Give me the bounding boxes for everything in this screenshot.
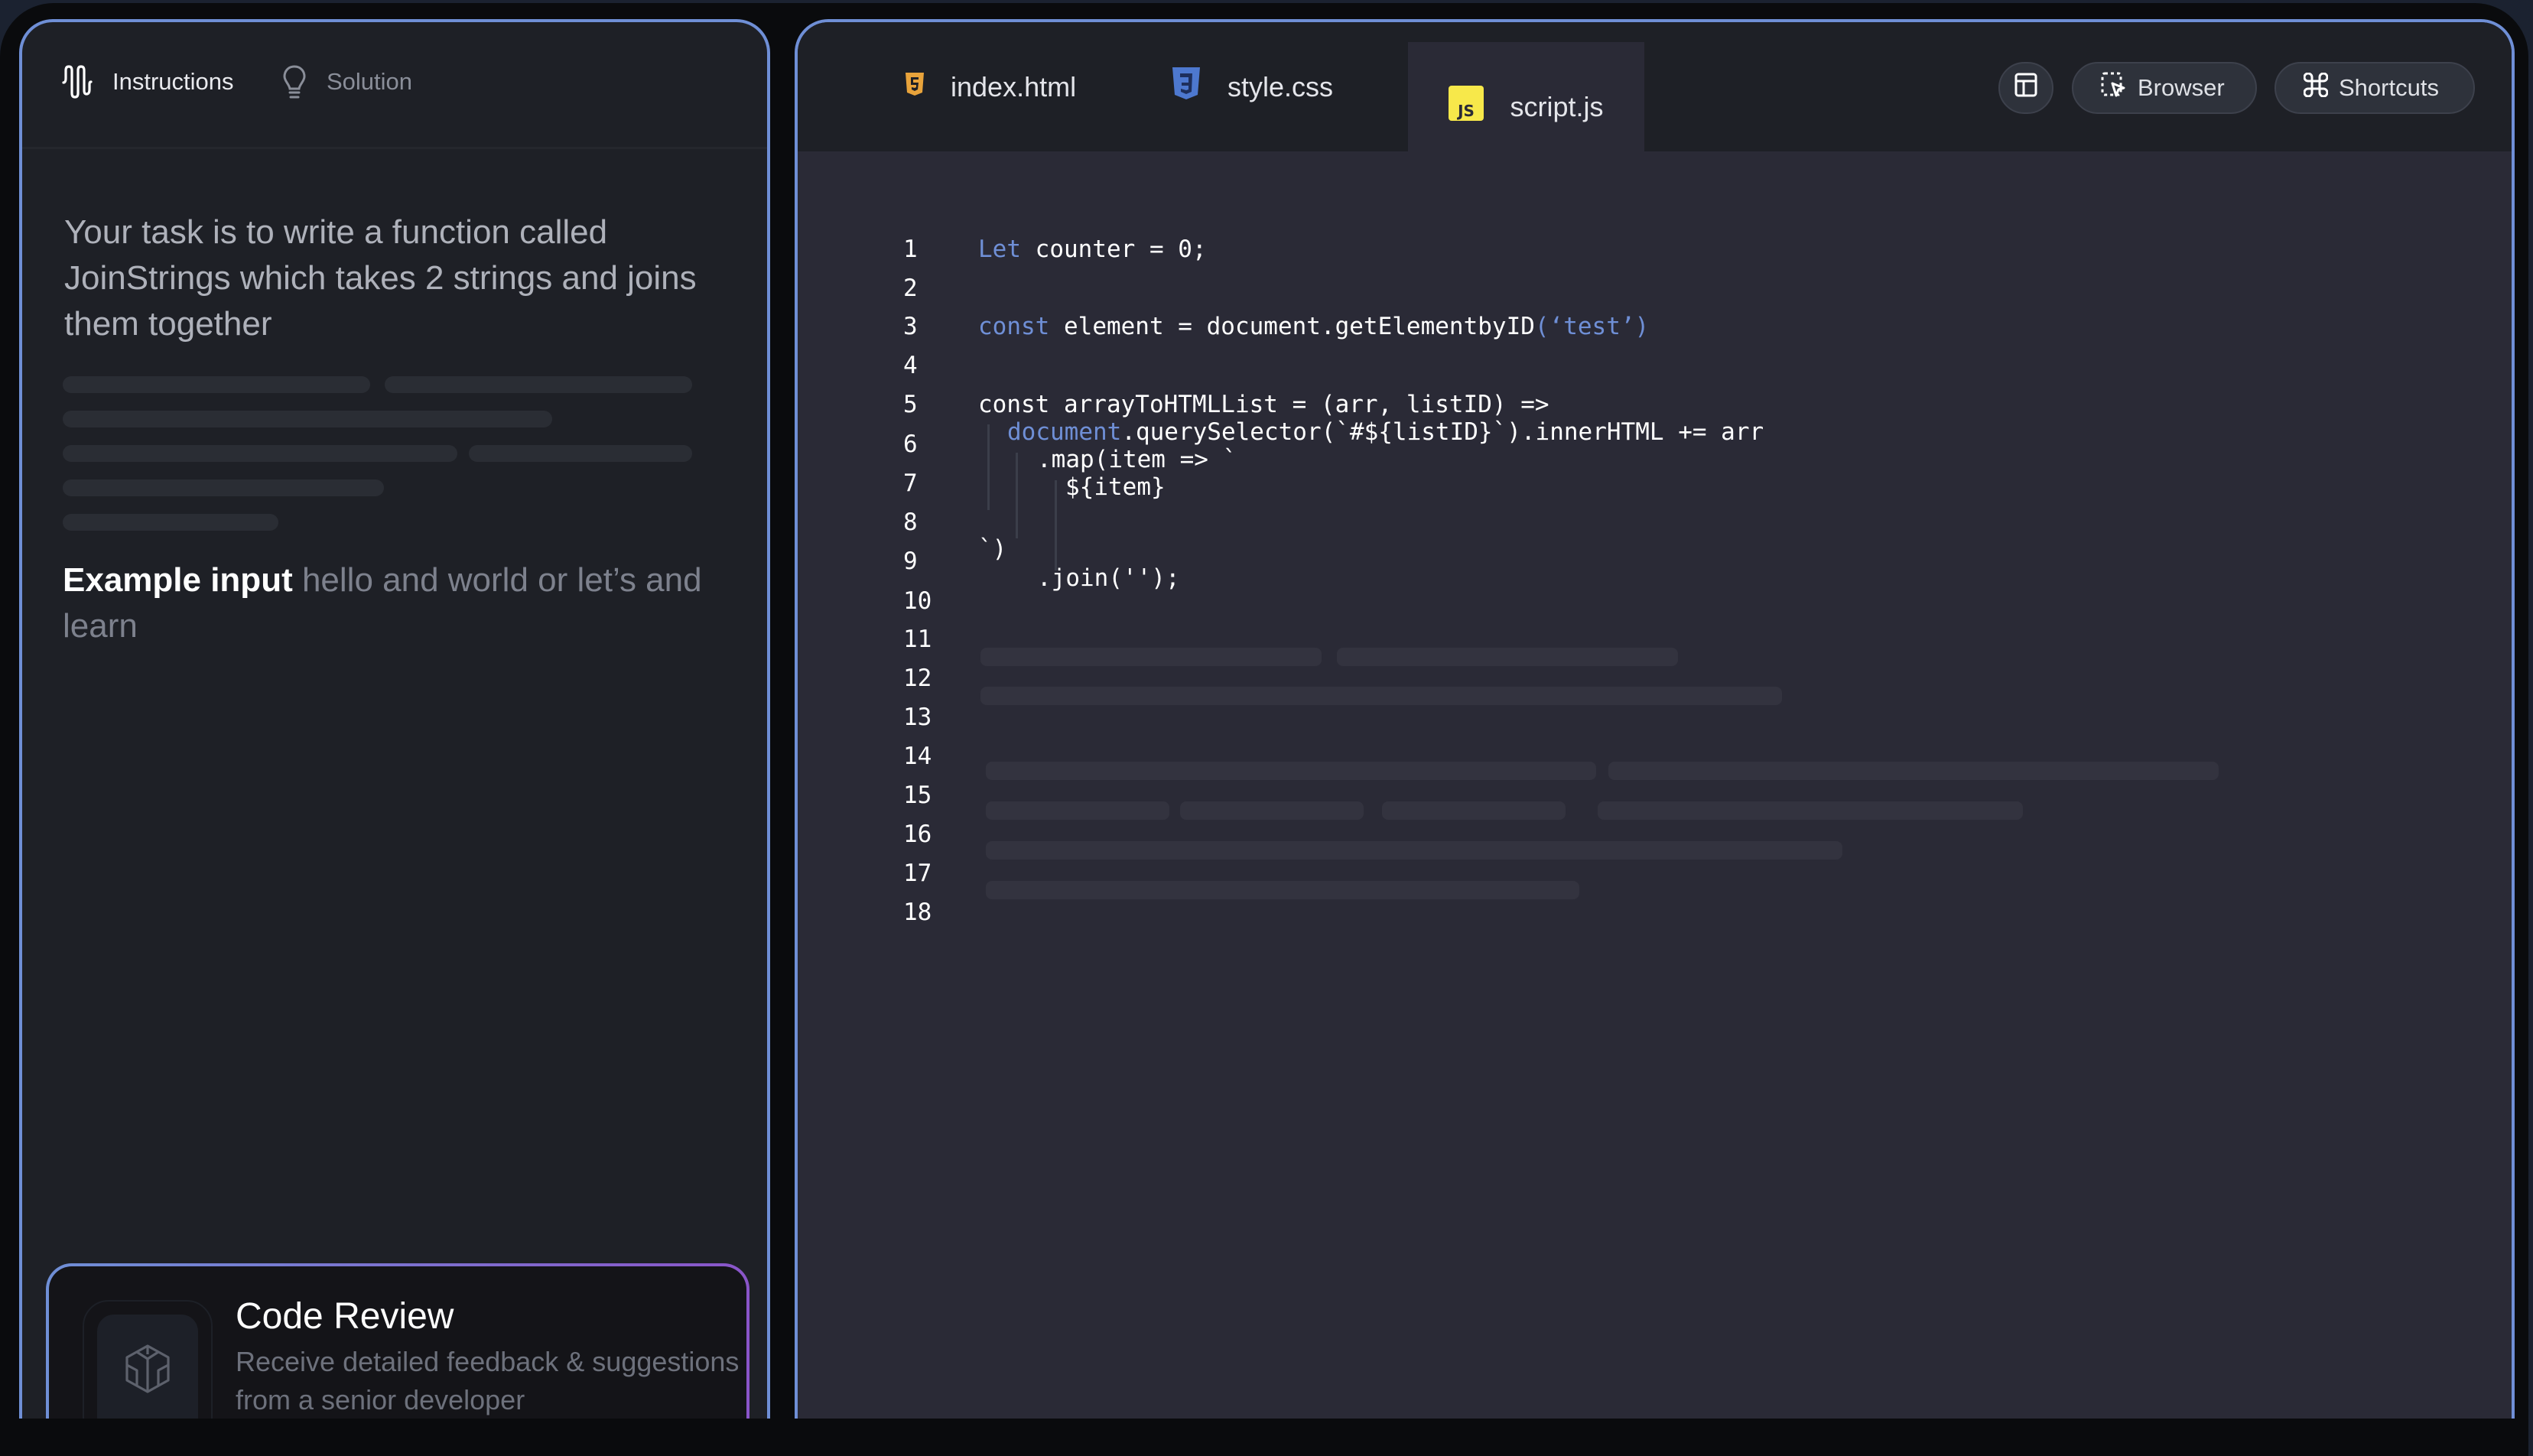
- skeleton-line: [63, 514, 278, 531]
- code-skeleton: [980, 648, 1322, 666]
- svg-text:JS: JS: [1457, 102, 1475, 120]
- task-description: Your task is to write a function called …: [64, 213, 697, 343]
- line-number: 9: [903, 548, 918, 575]
- tab-script-js[interactable]: JS script.js: [1408, 42, 1644, 151]
- tab-index-html[interactable]: index.html: [905, 22, 1076, 151]
- card-description: Receive detailed feedback & suggestions …: [236, 1346, 740, 1415]
- code-skeleton: [1608, 762, 2219, 780]
- code-line-10: .join('');: [1037, 564, 1180, 592]
- keyword: document: [1007, 418, 1122, 446]
- code-text: ${item}: [1065, 473, 1166, 501]
- code-skeleton: [980, 687, 1782, 705]
- layout-icon: [2014, 73, 2037, 103]
- code-text: .map(item => `: [1037, 446, 1237, 473]
- line-number: 11: [903, 626, 932, 653]
- code-line-1: Let counter = 0;: [978, 236, 1207, 263]
- code-text: const arrayToHTMLList = (arr, listID) =>: [978, 391, 1549, 418]
- keyword: const: [978, 313, 1050, 340]
- shortcuts-button[interactable]: Shortcuts: [2274, 62, 2475, 114]
- code-review-card[interactable]: Code Review Receive detailed feedback & …: [46, 1263, 749, 1419]
- card-icon-tile: [97, 1315, 198, 1419]
- line-number: 15: [903, 782, 932, 809]
- code-line-7b: ${item}: [1065, 473, 1166, 501]
- tab-label: script.js: [1510, 90, 1604, 122]
- example-label: Example input: [63, 561, 293, 599]
- waveform-icon: [62, 64, 93, 99]
- skeleton-line: [63, 411, 552, 427]
- code-line-7a: .map(item => `: [1037, 446, 1237, 473]
- line-number: 12: [903, 665, 932, 692]
- code-skeleton: [1180, 801, 1364, 820]
- line-number: 3: [903, 313, 918, 340]
- indent-guide: [1016, 453, 1018, 538]
- code-skeleton: [986, 762, 1596, 780]
- indent-guide: [1055, 480, 1057, 570]
- line-number: 5: [903, 391, 918, 418]
- skeleton-line: [63, 376, 370, 393]
- code-line-9: `): [978, 535, 1006, 563]
- line-number: 7: [903, 470, 918, 497]
- tab-instructions[interactable]: Instructions: [62, 59, 234, 105]
- cube-icon: [124, 1344, 171, 1398]
- code-line-6: document.querySelector(`#${listID}`).inn…: [1007, 418, 1764, 446]
- editor-panel: index.html style.css JS script.js Browse…: [795, 19, 2515, 1419]
- line-number: 16: [903, 821, 932, 848]
- layout-button[interactable]: [1998, 62, 2053, 114]
- tab-instructions-label: Instructions: [112, 68, 234, 95]
- lightbulb-icon: [282, 64, 307, 99]
- code-skeleton: [986, 881, 1579, 899]
- code-line-5: const arrayToHTMLList = (arr, listID) =>: [978, 391, 1549, 418]
- code-skeleton: [1337, 648, 1678, 666]
- code-text: .join('');: [1037, 564, 1180, 592]
- tab-label: style.css: [1227, 70, 1334, 102]
- keyword: Let: [978, 236, 1021, 263]
- browser-button[interactable]: Browser: [2072, 62, 2257, 114]
- skeleton-line: [63, 479, 384, 496]
- browser-label: Browser: [2138, 74, 2225, 101]
- code-skeleton: [1598, 801, 2023, 820]
- css3-icon: [1171, 66, 1201, 108]
- code-text: counter = 0;: [1021, 236, 1207, 263]
- tab-style-css[interactable]: style.css: [1171, 22, 1333, 151]
- example-input: Example input hello and world or let’s a…: [63, 557, 736, 649]
- line-number: 18: [903, 899, 932, 926]
- instructions-header: Instructions Solution: [22, 22, 767, 149]
- code-line-3: const element = document.getElementbyID(…: [978, 313, 1649, 340]
- code-review-card-body: Code Review Receive detailed feedback & …: [49, 1266, 746, 1419]
- js-icon: JS: [1449, 86, 1484, 128]
- editor-tab-bar: index.html style.css JS script.js Browse…: [798, 22, 2512, 151]
- skeleton-line: [469, 445, 692, 462]
- line-number: 2: [903, 275, 918, 302]
- indent-guide: [987, 424, 990, 510]
- line-number: 14: [903, 743, 932, 770]
- line-number: 10: [903, 587, 932, 615]
- code-text: .querySelector(`#${listID}`).innerHTML +…: [1121, 418, 1764, 446]
- html5-icon: [905, 71, 925, 103]
- code-editor[interactable]: 1 2 3 4 5 6 7 8 9 10 11 12 13 14 15 16 17 18 Let counter …: [798, 151, 2512, 1419]
- tab-solution-label: Solution: [327, 68, 413, 95]
- code-skeleton: [1382, 801, 1566, 820]
- code-text: element = document.getElementbyID: [1049, 313, 1535, 340]
- instructions-panel: Instructions Solution Your task is to wr…: [19, 19, 770, 1419]
- command-icon: [2303, 72, 2329, 103]
- line-number: 1: [903, 236, 918, 263]
- line-number: 13: [903, 704, 932, 731]
- line-number: 8: [903, 509, 918, 536]
- card-icon-frame: [83, 1300, 213, 1419]
- skeleton-line: [385, 376, 692, 393]
- tab-solution[interactable]: Solution: [282, 59, 412, 105]
- line-number: 17: [903, 860, 932, 887]
- code-skeleton: [986, 801, 1169, 820]
- card-title: Code Review: [236, 1296, 454, 1337]
- line-number: 6: [903, 431, 918, 458]
- code-text: `): [978, 535, 1007, 563]
- code-skeleton: [986, 841, 1842, 860]
- select-cursor-icon: [2101, 72, 2127, 104]
- string-arg: (‘test’): [1534, 313, 1650, 340]
- skeleton-line: [63, 445, 457, 462]
- line-number: 4: [903, 352, 918, 379]
- shortcuts-label: Shortcuts: [2339, 74, 2439, 101]
- tab-label: index.html: [951, 70, 1077, 102]
